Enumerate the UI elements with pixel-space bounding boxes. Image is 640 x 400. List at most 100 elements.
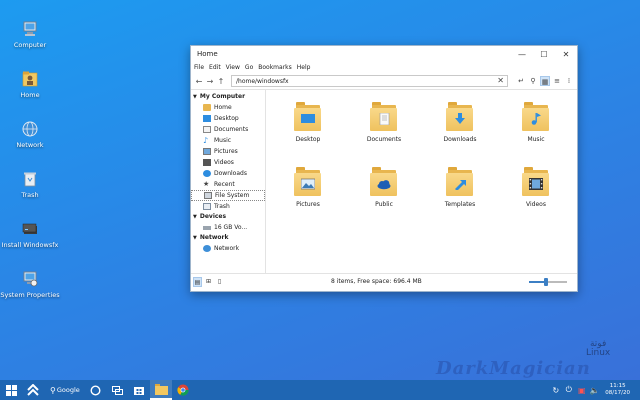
sidebar-item-recent[interactable]: ★ Recent (191, 179, 265, 190)
downloads-folder-icon (446, 102, 474, 132)
music-folder-icon (522, 102, 550, 132)
up-arrow-icon[interactable]: ↑ (216, 77, 226, 86)
menu-file[interactable]: File (194, 64, 204, 71)
search-icon[interactable]: ⚲ (528, 76, 538, 86)
show-tree-icon[interactable]: ⊞ (204, 277, 213, 287)
sidebar-item-home[interactable]: Home (191, 102, 265, 113)
expander-down-icon: ▼ (193, 235, 197, 241)
file-item-downloads[interactable]: Downloads (435, 102, 485, 143)
desktop-icon-network[interactable]: Network (0, 120, 60, 149)
pictures-folder-icon (294, 167, 322, 197)
trash-icon (203, 203, 211, 210)
computer-icon (21, 20, 39, 38)
close-button[interactable]: ✕ (555, 50, 577, 59)
start-windows-icon[interactable] (0, 380, 22, 400)
file-manager-window: Home — ☐ ✕ File Edit View Go Bookmarks H… (190, 45, 578, 292)
icon-view-icon[interactable]: ▦ (540, 76, 550, 86)
sidebar: ▼ My Computer Home Desktop Documents ♪ Mus… (191, 90, 266, 273)
hide-sidebar-icon[interactable]: ▯ (215, 277, 224, 287)
update-icon[interactable]: ↻ (549, 386, 562, 395)
menu-help[interactable]: Help (297, 64, 311, 71)
power-icon[interactable]: ⏻ (562, 385, 575, 395)
file-item-videos[interactable]: Videos (511, 167, 561, 208)
task-view-circle-icon[interactable] (84, 380, 106, 400)
videos-folder-icon (522, 167, 550, 197)
clock[interactable]: 11:15 08/17/20 (605, 383, 630, 397)
sidebar-section-my-computer[interactable]: ▼ My Computer (191, 92, 265, 102)
file-item-label: Documents (366, 136, 402, 143)
notification-badge-icon[interactable]: ▣ (575, 386, 588, 395)
file-item-public[interactable]: Public (359, 167, 409, 208)
zoom-slider[interactable] (529, 278, 567, 286)
desktop-icon-install-windowsfx[interactable]: Install Windowsfx (0, 220, 60, 249)
menu-edit[interactable]: Edit (209, 64, 221, 71)
file-item-templates[interactable]: Templates (435, 167, 485, 208)
file-item-documents[interactable]: Documents (359, 102, 409, 143)
forward-arrow-icon[interactable]: → (205, 77, 215, 86)
sidebar-item-trash[interactable]: Trash (191, 201, 265, 212)
show-places-icon[interactable]: ▤ (193, 277, 202, 287)
maximize-button[interactable]: ☐ (533, 50, 555, 59)
zoom-slider-handle[interactable] (544, 278, 549, 286)
music-note-icon: ♪ (203, 136, 209, 145)
sidebar-item-network[interactable]: Network (191, 243, 265, 254)
desktop-icon-label: System Properties (0, 291, 60, 299)
desktop-folder-icon (294, 102, 322, 132)
list-view-icon[interactable]: ≡ (552, 76, 562, 86)
back-arrow-icon[interactable]: ← (194, 77, 204, 86)
desktop-icon-trash[interactable]: Trash (0, 170, 60, 199)
sidebar-item-music[interactable]: ♪ Music (191, 135, 265, 146)
taskbar: ⚲ Google ↻ ⏻ ▣ 🔈 11:15 08/17/20 (0, 380, 640, 400)
desktop-icon-label: Install Windowsfx (1, 241, 59, 249)
file-item-label: Videos (526, 201, 546, 208)
menu-bar: File Edit View Go Bookmarks Help (191, 62, 577, 73)
minimize-button[interactable]: — (511, 50, 533, 59)
menu-bookmarks[interactable]: Bookmarks (258, 64, 292, 71)
search-icon: ⚲ (50, 385, 56, 395)
file-item-label: Pictures (296, 201, 320, 208)
desktop-icon-home[interactable]: Home (0, 70, 60, 99)
home-icon (203, 104, 211, 111)
document-icon (203, 126, 211, 133)
menu-go[interactable]: Go (245, 64, 253, 71)
sidebar-section-devices[interactable]: ▼ Devices (191, 212, 265, 222)
store-icon[interactable] (128, 380, 150, 400)
file-item-desktop[interactable]: Desktop (283, 102, 333, 143)
location-bar[interactable]: /home/windowsfx ✕ (231, 75, 508, 87)
trash-icon (21, 170, 39, 188)
download-icon (203, 170, 211, 177)
chrome-browser-icon[interactable] (172, 380, 194, 400)
sidebar-item-volume[interactable]: 16 GB Vo... (191, 222, 265, 233)
file-view: Desktop Documents Downloads Music Pictur… (266, 90, 577, 273)
search-button[interactable]: ⚲ Google (50, 386, 84, 395)
desktop-icon-label: Computer (13, 41, 47, 49)
sidebar-item-pictures[interactable]: Pictures (191, 146, 265, 157)
desktop-icon-computer[interactable]: Computer (0, 20, 60, 49)
menu-view[interactable]: View (226, 64, 240, 71)
public-folder-icon (370, 167, 398, 197)
sidebar-item-desktop[interactable]: Desktop (191, 113, 265, 124)
sidebar-item-file-system[interactable]: File System (191, 190, 265, 201)
multitask-icon[interactable] (106, 380, 128, 400)
chevron-up-icon[interactable] (22, 380, 44, 400)
drive-icon (203, 225, 211, 230)
clear-location-icon[interactable]: ✕ (497, 76, 504, 85)
file-manager-folder-icon[interactable] (150, 380, 172, 400)
volume-icon[interactable]: 🔈 (588, 386, 601, 395)
sidebar-section-network[interactable]: ▼ Network (191, 233, 265, 243)
file-item-music[interactable]: Music (511, 102, 561, 143)
toggle-location-icon[interactable]: ↵ (516, 76, 526, 86)
sidebar-item-documents[interactable]: Documents (191, 124, 265, 135)
compact-view-icon[interactable]: ⁞ (564, 76, 574, 86)
picture-icon (203, 148, 211, 155)
status-text: 8 items, Free space: 696.4 MB (331, 278, 422, 285)
desktop-icon-system-properties[interactable]: System Properties (0, 270, 60, 299)
watermark: DarkMagician فوتة Linux (436, 340, 636, 385)
file-item-pictures[interactable]: Pictures (283, 167, 333, 208)
sidebar-item-downloads[interactable]: Downloads (191, 168, 265, 179)
desktop-icon-label: Network (16, 141, 44, 149)
clock-date: 08/17/20 (605, 390, 630, 396)
sidebar-item-videos[interactable]: Videos (191, 157, 265, 168)
window-titlebar[interactable]: Home — ☐ ✕ (191, 46, 577, 62)
expander-down-icon: ▼ (193, 94, 197, 100)
